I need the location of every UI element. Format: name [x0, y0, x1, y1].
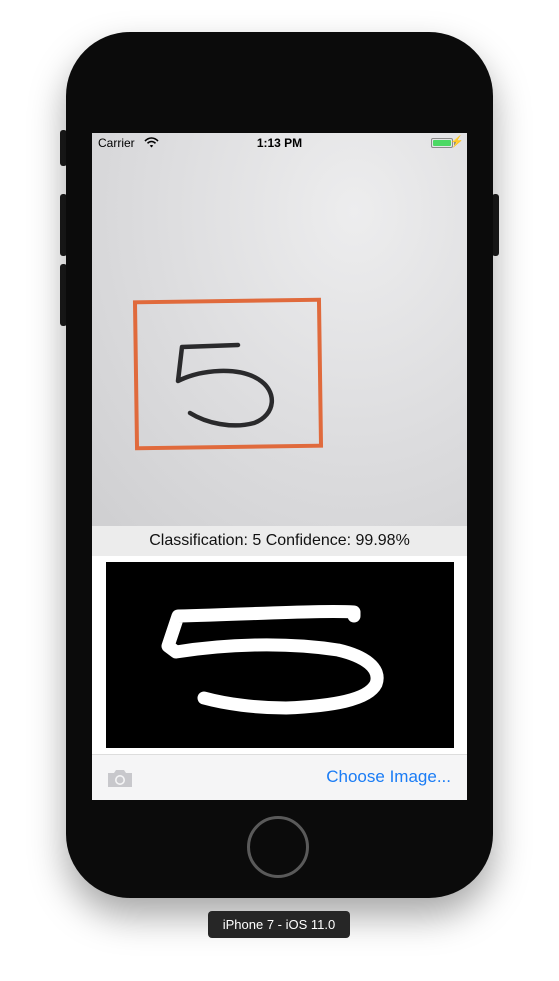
status-bar: Carrier 1:13 PM ⚡ [92, 133, 467, 153]
battery-level [433, 140, 451, 146]
device-label: iPhone 7 - iOS 11.0 [208, 911, 350, 938]
input-photo [92, 133, 467, 526]
power-button[interactable] [492, 194, 499, 256]
simulator-window: Carrier 1:13 PM ⚡ Classification: 5 Conf… [0, 0, 559, 981]
bottom-toolbar: Choose Image... [92, 754, 467, 800]
device-screen: Carrier 1:13 PM ⚡ Classification: 5 Conf… [92, 133, 467, 800]
handwritten-digit-5 [175, 342, 275, 428]
processed-digit-5 [161, 604, 384, 715]
choose-image-button[interactable]: Choose Image... [326, 767, 451, 787]
classification-label: Classification: 5 Confidence: 99.98% [92, 526, 467, 556]
processed-image [106, 562, 454, 748]
charging-bolt-icon: ⚡ [450, 136, 464, 148]
camera-icon[interactable] [106, 767, 134, 789]
home-button[interactable] [247, 816, 309, 878]
status-time: 1:13 PM [256, 136, 303, 150]
